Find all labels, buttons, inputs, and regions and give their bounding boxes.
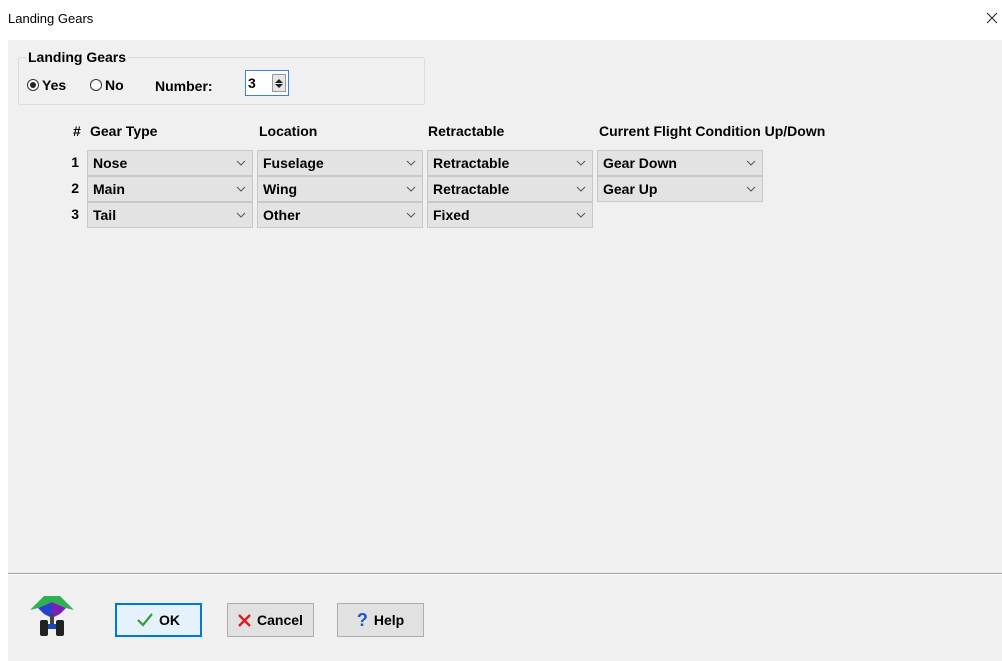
retractable-select[interactable]: Retractable bbox=[427, 176, 593, 202]
retractable-value: Retractable bbox=[433, 155, 510, 171]
footer-divider-highlight bbox=[8, 574, 1002, 575]
chevron-down-icon bbox=[574, 156, 588, 170]
title-bar: Landing Gears bbox=[0, 0, 1002, 40]
spin-up-icon[interactable] bbox=[275, 78, 283, 83]
chevron-down-icon bbox=[234, 156, 248, 170]
location-select[interactable]: Other bbox=[257, 202, 423, 228]
dialog-client-area: Landing Gears Yes No Number: # Gear Type… bbox=[8, 40, 1002, 661]
number-label: Number: bbox=[155, 78, 213, 94]
header-location: Location bbox=[259, 123, 318, 139]
gear-type-value: Main bbox=[93, 181, 125, 197]
chevron-down-icon bbox=[404, 208, 418, 222]
location-value: Fuselage bbox=[263, 155, 324, 171]
spin-down-icon[interactable] bbox=[275, 83, 283, 88]
ok-button[interactable]: OK bbox=[115, 603, 202, 637]
chevron-down-icon bbox=[574, 208, 588, 222]
row-number: 3 bbox=[71, 206, 79, 222]
row-number: 1 bbox=[71, 154, 79, 170]
landing-gear-icon bbox=[30, 596, 74, 636]
chevron-down-icon bbox=[574, 182, 588, 196]
row-number: 2 bbox=[71, 180, 79, 196]
gear-type-select[interactable]: Main bbox=[87, 176, 253, 202]
cancel-label: Cancel bbox=[257, 612, 303, 628]
number-input[interactable] bbox=[248, 74, 266, 92]
chevron-down-icon bbox=[234, 208, 248, 222]
yes-radio-label: Yes bbox=[42, 77, 67, 93]
help-label: Help bbox=[373, 612, 405, 628]
no-radio[interactable]: No bbox=[90, 77, 124, 93]
retractable-select[interactable]: Retractable bbox=[427, 150, 593, 176]
chevron-down-icon bbox=[744, 182, 758, 196]
chevron-down-icon bbox=[404, 156, 418, 170]
cancel-x-icon bbox=[238, 613, 251, 627]
header-retractable: Retractable bbox=[428, 123, 505, 139]
spinner-buttons[interactable] bbox=[272, 74, 286, 92]
header-num: # bbox=[73, 123, 81, 139]
gear-type-value: Tail bbox=[93, 207, 117, 223]
ok-label: OK bbox=[159, 612, 180, 628]
gear-type-select[interactable]: Nose bbox=[87, 150, 253, 176]
check-icon bbox=[137, 613, 153, 627]
retractable-select[interactable]: Fixed bbox=[427, 202, 593, 228]
close-button[interactable] bbox=[982, 4, 1002, 32]
flight-condition-value: Gear Up bbox=[603, 181, 658, 197]
close-icon bbox=[986, 12, 998, 24]
header-gear-type: Gear Type bbox=[90, 123, 158, 139]
chevron-down-icon bbox=[744, 156, 758, 170]
help-button[interactable]: ? Help bbox=[337, 603, 424, 637]
retractable-value: Fixed bbox=[433, 207, 470, 223]
cancel-button[interactable]: Cancel bbox=[227, 603, 314, 637]
yes-radio-circle bbox=[27, 79, 39, 91]
location-select[interactable]: Wing bbox=[257, 176, 423, 202]
flight-condition-select[interactable]: Gear Down bbox=[597, 150, 763, 176]
location-value: Other bbox=[263, 207, 301, 223]
gear-type-select[interactable]: Tail bbox=[87, 202, 253, 228]
no-radio-label: No bbox=[105, 77, 124, 93]
number-spinner[interactable] bbox=[245, 70, 289, 96]
chevron-down-icon bbox=[234, 182, 248, 196]
window-title: Landing Gears bbox=[8, 11, 94, 26]
retractable-value: Retractable bbox=[433, 181, 510, 197]
gear-type-value: Nose bbox=[93, 155, 128, 171]
no-radio-circle bbox=[90, 79, 102, 91]
location-value: Wing bbox=[263, 181, 298, 197]
yes-radio[interactable]: Yes bbox=[27, 77, 66, 93]
location-select[interactable]: Fuselage bbox=[257, 150, 423, 176]
group-legend: Landing Gears bbox=[26, 49, 129, 65]
help-icon: ? bbox=[356, 609, 368, 630]
flight-condition-select[interactable]: Gear Up bbox=[597, 176, 763, 202]
chevron-down-icon bbox=[404, 182, 418, 196]
header-flight-condition: Current Flight Condition Up/Down bbox=[599, 123, 826, 139]
flight-condition-value: Gear Down bbox=[603, 155, 677, 171]
